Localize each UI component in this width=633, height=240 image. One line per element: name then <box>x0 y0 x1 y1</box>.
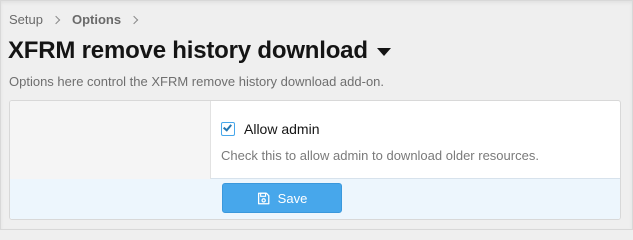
allow-admin-checkbox-row[interactable]: Allow admin <box>221 121 319 137</box>
checkmark-icon <box>223 122 232 132</box>
save-button[interactable]: Save <box>222 183 342 213</box>
option-row: Allow admin Check this to allow admin to… <box>10 101 620 179</box>
chevron-right-icon <box>51 15 61 24</box>
option-label-column <box>10 101 211 179</box>
page-description: Options here control the XFRM remove his… <box>9 74 385 89</box>
caret-down-icon[interactable] <box>376 48 391 56</box>
page-title: XFRM remove history download <box>8 37 391 65</box>
page-title-text: XFRM remove history download <box>8 37 368 64</box>
form-footer: Save <box>10 179 620 219</box>
options-block: Allow admin Check this to allow admin to… <box>9 100 621 220</box>
chevron-right-icon <box>129 15 139 24</box>
breadcrumb-options[interactable]: Options <box>72 12 121 27</box>
save-button-label: Save <box>277 190 308 206</box>
allow-admin-hint: Check this to allow admin to download ol… <box>221 148 539 163</box>
allow-admin-label: Allow admin <box>244 121 320 137</box>
breadcrumb: Setup Options <box>9 12 150 27</box>
save-icon <box>257 192 270 204</box>
allow-admin-checkbox[interactable] <box>221 122 235 136</box>
breadcrumb-setup[interactable]: Setup <box>9 12 43 27</box>
